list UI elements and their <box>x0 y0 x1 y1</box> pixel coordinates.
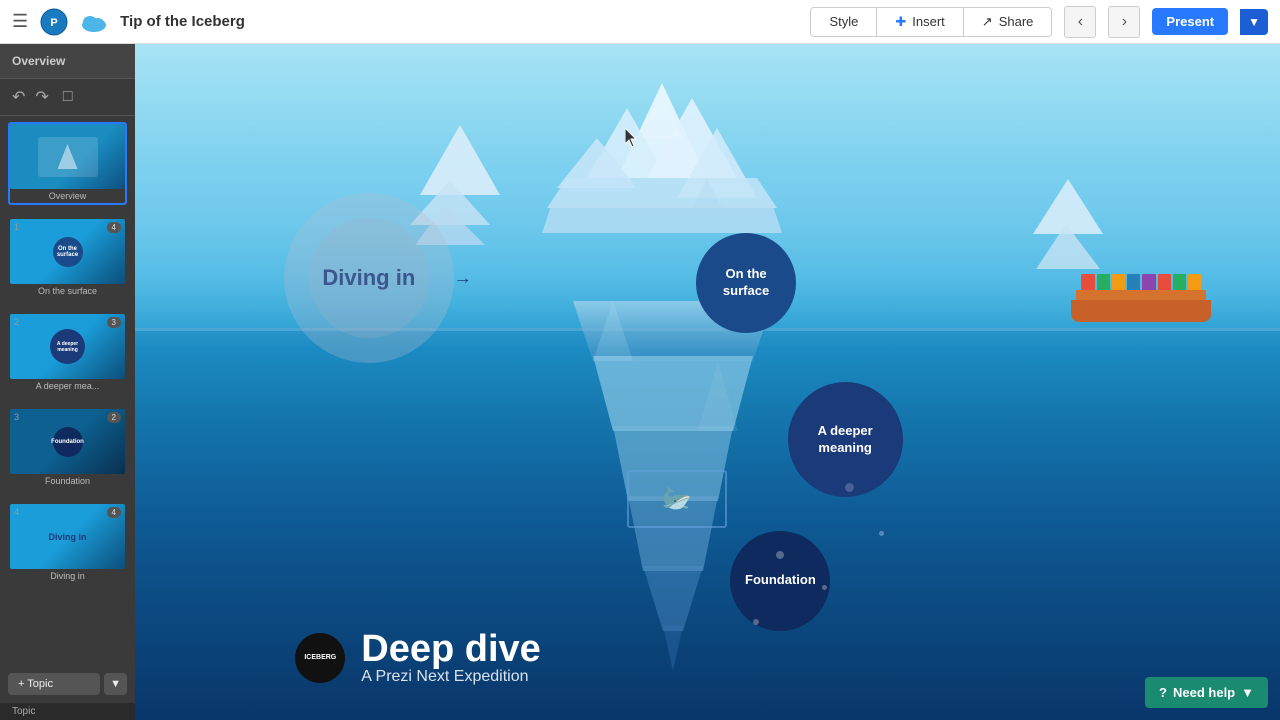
slide-label-3: Foundation <box>10 474 125 488</box>
canvas-area[interactable]: Diving in → On thesurface A deepermeanin… <box>135 44 1280 720</box>
present-dropdown-button[interactable]: ▼ <box>1240 9 1268 35</box>
sidebar-header: Overview <box>0 44 135 79</box>
help-dropdown-icon: ▼ <box>1241 685 1254 700</box>
bubble-2 <box>822 585 827 590</box>
slide-item-2[interactable]: 2 3 A deepermeaning A deeper mea... <box>8 312 127 395</box>
slide-item-3[interactable]: 3 2 Foundation Foundation <box>8 407 127 490</box>
menu-icon[interactable]: ☰ <box>12 11 28 32</box>
iceberg-logo: ICEBERG <box>295 633 345 683</box>
need-help-button[interactable]: ? Need help ▼ <box>1145 677 1268 708</box>
slide-num-4: 4 <box>14 507 19 517</box>
nav-prev-button[interactable]: ‹ <box>1064 6 1096 38</box>
slide-num-1: 1 <box>14 222 19 232</box>
style-button[interactable]: Style <box>811 8 877 36</box>
topic-label-bar: Topic <box>0 703 135 720</box>
surface-label: On thesurface <box>713 256 779 310</box>
svg-text:P: P <box>50 17 57 29</box>
slide-badge-4: 4 <box>107 507 121 518</box>
add-topic-dropdown[interactable]: ▼ <box>104 673 127 695</box>
share-icon: ↗ <box>982 14 993 30</box>
whale-icon: 🐋 <box>662 484 692 513</box>
help-icon: ? <box>1159 685 1167 700</box>
whale-box: 🐋 <box>627 470 727 528</box>
share-button[interactable]: ↗ Share <box>964 8 1052 36</box>
slide-num-2: 2 <box>14 317 19 327</box>
add-topic-button[interactable]: + Topic <box>8 673 100 695</box>
insert-button[interactable]: ✚ Insert <box>877 8 963 36</box>
toolbar-center: Style ✚ Insert ↗ Share <box>810 7 1052 37</box>
bubble-5 <box>879 531 884 536</box>
cargo-ship <box>1071 267 1211 322</box>
slide-badge-3: 2 <box>107 412 121 423</box>
sidebar-toolbar: ↶ ↷ □ <box>0 79 135 116</box>
deep-dive-subtitle: A Prezi Next Expedition <box>361 668 541 686</box>
slide-item-4[interactable]: 4 4 Diving in Diving in <box>8 502 127 585</box>
prezi-logo-icon: P <box>40 8 68 36</box>
present-button[interactable]: Present <box>1152 8 1228 35</box>
slide-label-1: On the surface <box>10 284 125 298</box>
slide-item-overview[interactable]: Overview <box>8 122 127 205</box>
insert-icon: ✚ <box>895 14 906 30</box>
undo-icon[interactable]: ↶ <box>10 85 27 109</box>
slide-label-4: Diving in <box>10 569 125 583</box>
deep-dive-text: Deep dive A Prezi Next Expedition <box>361 630 541 686</box>
foundation-label: Foundation <box>737 564 824 597</box>
slide-badge-2: 3 <box>107 317 121 328</box>
slide-label-2: A deeper mea... <box>10 379 125 393</box>
slide-badge-1: 4 <box>107 222 121 233</box>
slide-thumb-overview <box>10 124 125 189</box>
deeper-label: A deepermeaning <box>808 413 883 467</box>
redo-icon[interactable]: ↷ <box>33 85 50 109</box>
slide-num-3: 3 <box>14 412 19 422</box>
bubble-3 <box>753 619 759 625</box>
ship-hull <box>1071 300 1211 322</box>
nav-next-button[interactable]: › <box>1108 6 1140 38</box>
cloud-icon <box>80 11 108 33</box>
deep-dive-area: ICEBERG Deep dive A Prezi Next Expeditio… <box>295 630 541 686</box>
slide-label-overview: Overview <box>10 189 125 203</box>
slides-panel: Overview ↶ ↷ □ Overview 1 4 On thesurfac… <box>0 44 135 720</box>
deep-dive-title: Deep dive <box>361 630 541 668</box>
slide-item-1[interactable]: 1 4 On thesurface On the surface <box>8 217 127 300</box>
foundation-circle[interactable]: Foundation <box>730 531 830 631</box>
diving-in-circle[interactable]: Diving in → <box>284 193 454 363</box>
document-title: Tip of the Iceberg <box>120 13 798 30</box>
surface-circle[interactable]: On thesurface <box>696 233 796 333</box>
comment-icon[interactable]: □ <box>61 86 75 108</box>
deeper-circle[interactable]: A deepermeaning <box>788 382 903 497</box>
add-topic-area: + Topic ▼ <box>0 665 135 703</box>
